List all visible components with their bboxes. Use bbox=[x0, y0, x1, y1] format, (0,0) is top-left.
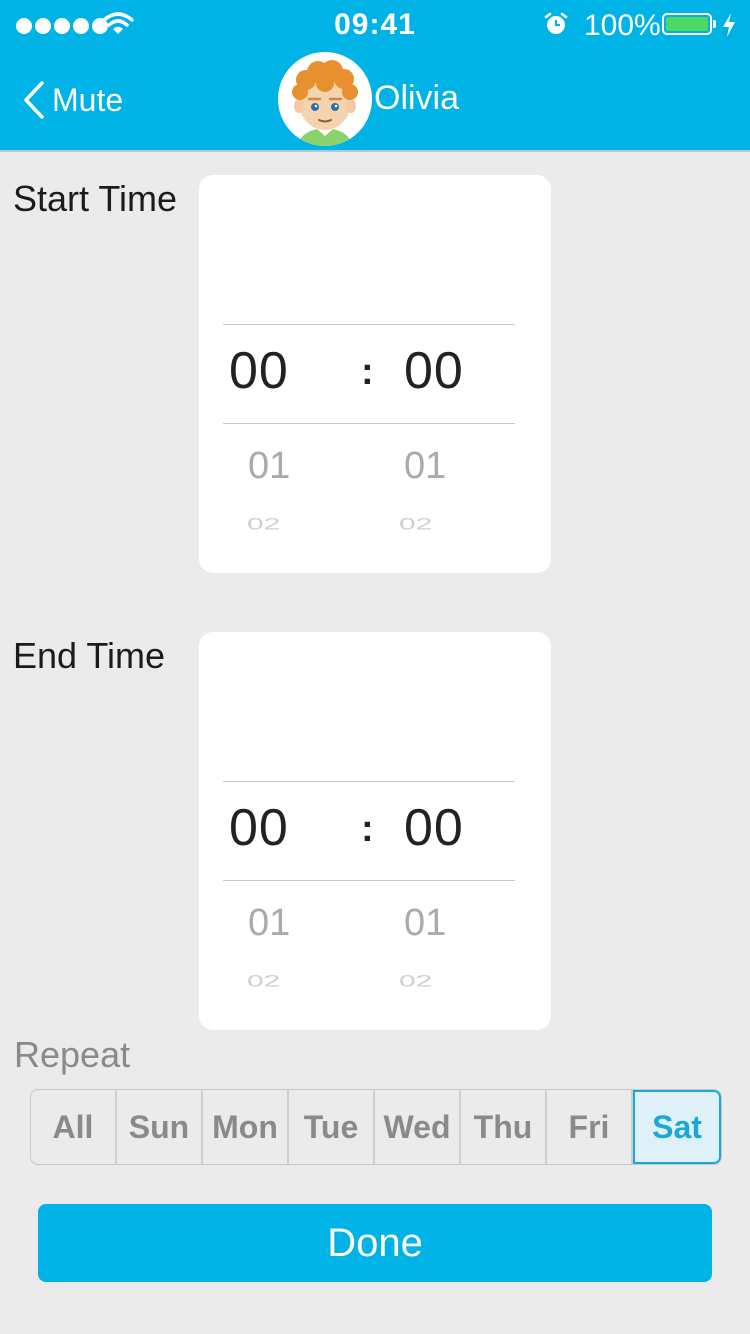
picker-selection-bottom-line bbox=[223, 423, 515, 424]
end-minute-selected[interactable]: 00 bbox=[404, 798, 464, 858]
picker-selection-top-line bbox=[223, 781, 515, 782]
battery-tip bbox=[713, 20, 716, 28]
start-time-picker[interactable]: 00 : 00 01 01 02 02 bbox=[199, 175, 551, 573]
day-all[interactable]: All bbox=[31, 1090, 117, 1164]
day-wed[interactable]: Wed bbox=[375, 1090, 461, 1164]
end-time-picker[interactable]: 00 : 00 01 01 02 02 bbox=[199, 632, 551, 1030]
day-sat[interactable]: Sat bbox=[633, 1090, 721, 1164]
start-minute-option[interactable]: 02 bbox=[399, 515, 432, 534]
end-time-label: End Time bbox=[13, 635, 166, 676]
day-tue[interactable]: Tue bbox=[289, 1090, 375, 1164]
day-thu[interactable]: Thu bbox=[461, 1090, 547, 1164]
day-fri[interactable]: Fri bbox=[547, 1090, 633, 1164]
nav-bar: Mute Olivia bbox=[0, 52, 750, 152]
battery-icon bbox=[662, 13, 712, 35]
day-mon[interactable]: Mon bbox=[203, 1090, 289, 1164]
back-label: Mute bbox=[52, 81, 124, 118]
end-hour-option[interactable]: 02 bbox=[247, 972, 280, 991]
time-separator: : bbox=[361, 808, 374, 850]
status-bar: 09:41 100% bbox=[0, 0, 750, 52]
end-hour-selected[interactable]: 00 bbox=[229, 798, 289, 858]
avatar[interactable] bbox=[278, 52, 372, 146]
day-sun[interactable]: Sun bbox=[117, 1090, 203, 1164]
repeat-label: Repeat bbox=[14, 1034, 131, 1075]
back-button[interactable]: Mute bbox=[22, 80, 123, 120]
start-minute-option[interactable]: 01 bbox=[404, 445, 446, 488]
battery-percent: 100% bbox=[584, 9, 661, 42]
start-time-label: Start Time bbox=[13, 178, 178, 219]
contact-name: Olivia bbox=[374, 79, 460, 117]
chevron-left-icon bbox=[24, 81, 44, 119]
alarm-icon bbox=[544, 12, 568, 34]
charging-bolt-icon bbox=[723, 13, 735, 37]
child-avatar-icon bbox=[278, 52, 372, 146]
start-hour-option[interactable]: 02 bbox=[247, 515, 280, 534]
end-hour-option[interactable]: 01 bbox=[248, 902, 290, 945]
end-minute-option[interactable]: 02 bbox=[399, 972, 432, 991]
time-separator: : bbox=[361, 351, 374, 393]
start-hour-selected[interactable]: 00 bbox=[229, 341, 289, 401]
start-hour-option[interactable]: 01 bbox=[248, 445, 290, 488]
picker-selection-bottom-line bbox=[223, 880, 515, 881]
start-minute-selected[interactable]: 00 bbox=[404, 341, 464, 401]
done-button[interactable]: Done bbox=[38, 1204, 712, 1282]
end-minute-option[interactable]: 01 bbox=[404, 902, 446, 945]
picker-selection-top-line bbox=[223, 324, 515, 325]
repeat-day-selector: All Sun Mon Tue Wed Thu Fri Sat bbox=[30, 1089, 722, 1165]
